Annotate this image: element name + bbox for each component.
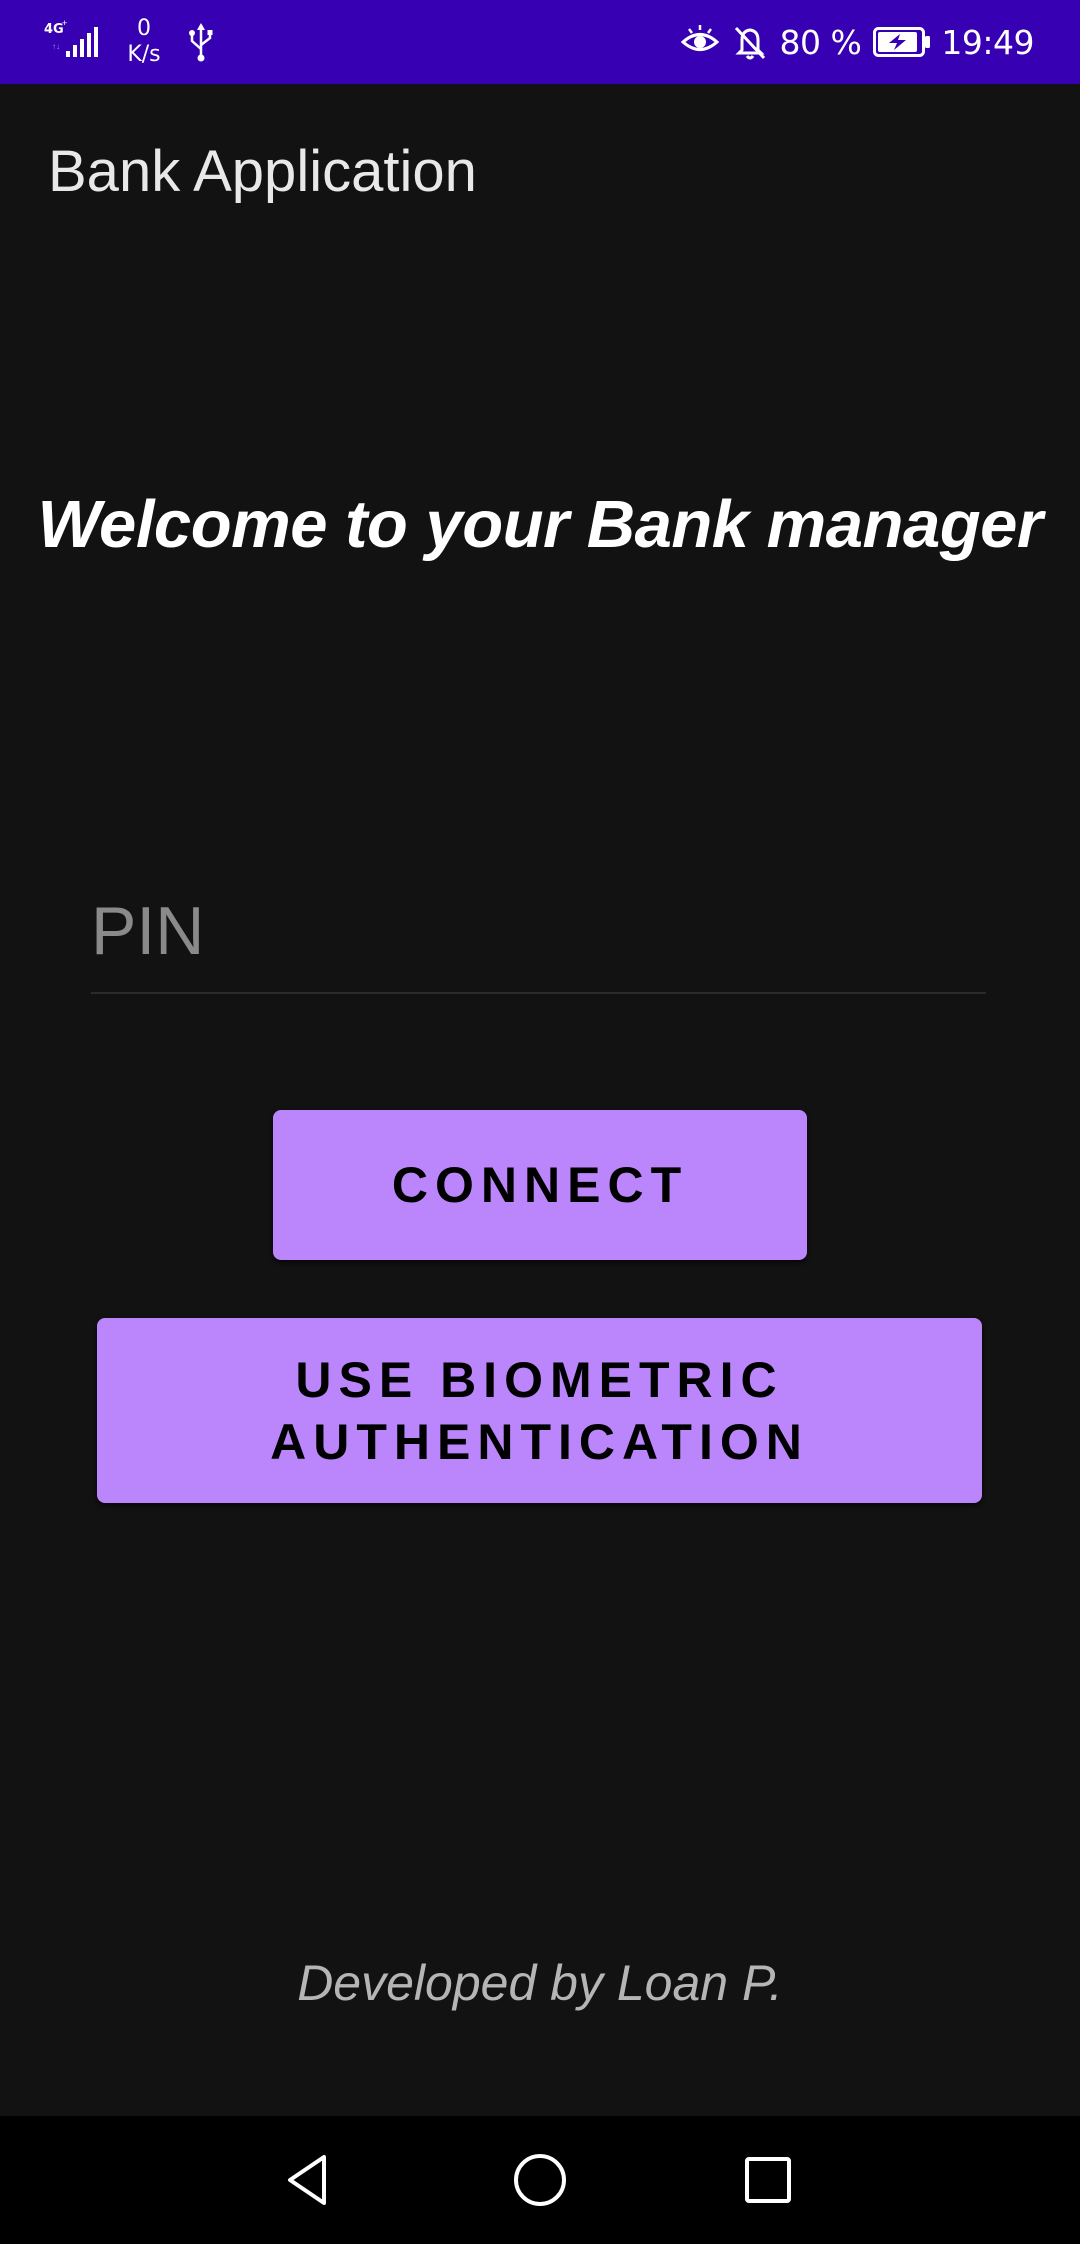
svg-text:4G: 4G — [44, 22, 64, 37]
biometric-button-label-line2: AUTHENTICATION — [270, 1413, 809, 1470]
svg-text:↑↓: ↑↓ — [52, 42, 60, 51]
network-speed-value: 0 — [137, 16, 151, 41]
home-button[interactable] — [500, 2140, 580, 2220]
recents-button[interactable] — [728, 2140, 808, 2220]
connect-button[interactable]: CONNECT — [273, 1110, 807, 1260]
network-speed-unit: K/s — [127, 42, 161, 67]
pin-input[interactable] — [91, 870, 986, 992]
svg-text:+: + — [62, 19, 67, 28]
app-screen: 4G + ↑↓ 0 K/s 80 % 19:49 Bank Applicatio… — [0, 0, 1080, 2244]
welcome-heading: Welcome to your Bank manager — [37, 487, 1043, 562]
navigation-bar — [0, 2116, 1080, 2244]
developer-credit: Developed by Loan P. — [297, 1955, 783, 2011]
notifications-off-icon — [734, 26, 765, 60]
biometric-auth-button[interactable]: USE BIOMETRIC AUTHENTICATION — [97, 1318, 982, 1503]
network-speed: 0 K/s — [122, 16, 166, 68]
recents-icon — [745, 2157, 791, 2203]
eye-comfort-icon — [680, 25, 719, 51]
app-title: Bank Application — [48, 139, 477, 204]
battery-charging-icon — [873, 27, 931, 57]
status-bar-left: 4G + ↑↓ 0 K/s — [44, 0, 216, 84]
back-button[interactable] — [270, 2140, 350, 2220]
back-icon — [288, 2155, 326, 2205]
battery-percent: 80 % — [779, 22, 862, 62]
clock: 19:49 — [941, 22, 1034, 62]
pin-field[interactable] — [91, 870, 986, 994]
biometric-button-label-line1: USE BIOMETRIC — [295, 1351, 784, 1408]
signal-icon: 4G + ↑↓ — [44, 19, 98, 57]
status-bar-right: 80 % 19:49 — [680, 0, 1034, 84]
home-icon — [514, 2154, 566, 2206]
status-bar: 4G + ↑↓ 0 K/s 80 % 19:49 — [0, 0, 1080, 84]
usb-icon — [189, 23, 213, 62]
